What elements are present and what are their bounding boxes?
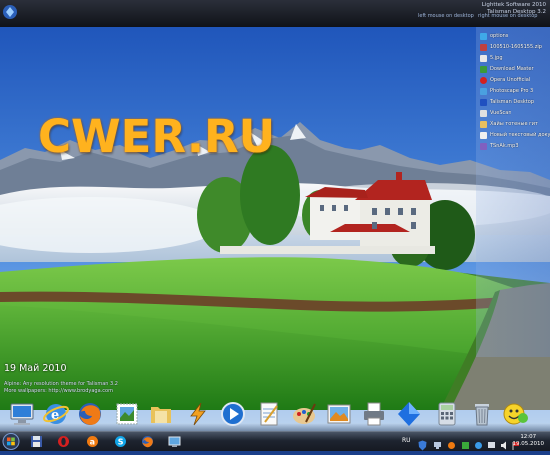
photo-icon [480,87,487,95]
shortcut-vuescan[interactable]: VueScan [480,108,550,118]
paint-icon[interactable] [290,400,318,428]
language-indicator[interactable]: RU [402,437,411,444]
skype-icon[interactable]: S [114,435,127,448]
text-document-icon [480,131,487,139]
windows-taskbar: a S RU 12:07 19.05.2010 [0,431,550,451]
credit-line1: Alpine: Any resolution theme for Talisma… [4,381,118,387]
show-desktop-icon[interactable] [168,435,181,448]
archive-icon [480,43,487,51]
clock-date: 19.05.2010 [512,441,545,447]
photo-viewer-icon[interactable] [325,400,353,428]
shortcut-label: Talisman Desktop [490,99,534,105]
shortcut-label: 100510-1605155.zip [490,44,542,50]
clock-time: 12:07 [520,434,537,440]
shortcut-label: VueScan [490,110,512,116]
icon-dock: e [0,398,550,431]
options-icon [480,32,487,40]
shortcut-text-document[interactable]: Новый текстовый докуме... [480,130,550,140]
audio-file-icon [480,142,487,150]
shortcut-label: 5.jpg [490,55,503,61]
left-click-note: left mouse on desktop [418,13,474,19]
avast-icon[interactable]: a [86,435,99,448]
shortcut-label: Photoscape Pro 3 [490,88,534,94]
documents-folder-icon[interactable] [147,400,175,428]
start-button[interactable] [1,432,21,451]
shortcut-label: Download Master [490,66,534,72]
system-clock[interactable]: 12:07 19.05.2010 [513,434,545,448]
display-tray-icon[interactable] [487,436,496,448]
scanner-icon [480,109,487,117]
notepad-icon[interactable] [255,400,283,428]
recycle-bin-icon[interactable] [468,400,496,428]
svg-text:S: S [118,438,124,447]
shortcut-label: Opera Unofficial [490,77,531,83]
theme-info-line1: Lighttek Software 2010 [481,2,546,8]
calculator-icon[interactable] [433,400,461,428]
shortcut-jpg[interactable]: 5.jpg [480,53,550,63]
opera-taskbar-icon[interactable] [57,435,70,448]
theme-info-line2: Talisman Desktop 3.2 [487,9,546,15]
save-disk-icon[interactable] [30,435,43,448]
folder-icon [480,120,487,128]
image-file-icon [480,54,487,62]
opera-icon [480,76,487,84]
messenger-tray-icon[interactable] [447,436,456,449]
wallpaper-credit: Alpine: Any resolution theme for Talisma… [4,381,118,394]
shortcut-label: TSnAk.mp3 [490,143,519,149]
shortcut-opera[interactable]: Opera Unofficial [480,75,550,85]
talisman-icon [480,98,487,106]
shortcut-zip[interactable]: 100510-1605155.zip [480,42,550,52]
shortcut-folder[interactable]: Хайы тотеные гит [480,119,550,129]
shortcut-options[interactable]: options [480,31,550,41]
media-player-icon[interactable] [219,400,247,428]
shortcut-talisman[interactable]: Talisman Desktop [480,97,550,107]
blue-crystal-icon[interactable] [395,400,423,428]
shortcut-label: options [490,33,509,39]
shortcut-label: Хайы тотеные гит [490,121,538,127]
volume-tray-icon[interactable] [500,436,509,450]
svg-text:e: e [51,408,59,423]
download-master-icon [480,65,487,73]
shortcut-label: Новый текстовый докуме... [490,132,550,138]
shortcut-download-master[interactable]: Download Master [480,64,550,74]
internet-explorer-icon[interactable]: e [42,400,70,428]
mail-stamp-icon[interactable] [113,400,141,428]
shortcut-photoscape[interactable]: Photoscape Pro 3 [480,86,550,96]
update-tray-icon[interactable] [474,436,483,449]
cwer-logo-text: CWER.RU [38,110,276,163]
my-computer-icon[interactable] [8,400,36,428]
talisman-menu-icon[interactable] [0,2,20,22]
firefox-taskbar-icon[interactable] [141,435,154,448]
winamp-icon[interactable] [184,400,212,428]
theme-info: Lighttek Software 2010 Talisman Desktop … [482,2,546,16]
firefox-icon[interactable] [76,400,104,428]
printer-icon[interactable] [360,400,388,428]
shortcut-mp3[interactable]: TSnAk.mp3 [480,141,550,151]
top-status-bar: left mouse on desktop right mouse on des… [0,0,550,27]
svg-text:a: a [90,438,95,447]
antivirus-tray-icon[interactable] [461,436,470,449]
smiley-messenger-icon[interactable] [502,400,530,428]
credit-line2: More wallpapers: http://www.brodyaga.com [4,387,113,394]
desktop-shortcuts-panel: options 100510-1605155.zip 5.jpg Downloa… [476,27,550,357]
network-tray-icon[interactable] [433,436,442,449]
shield-tray-icon[interactable] [418,436,427,451]
desktop-date: 19 Май 2010 [4,363,67,374]
